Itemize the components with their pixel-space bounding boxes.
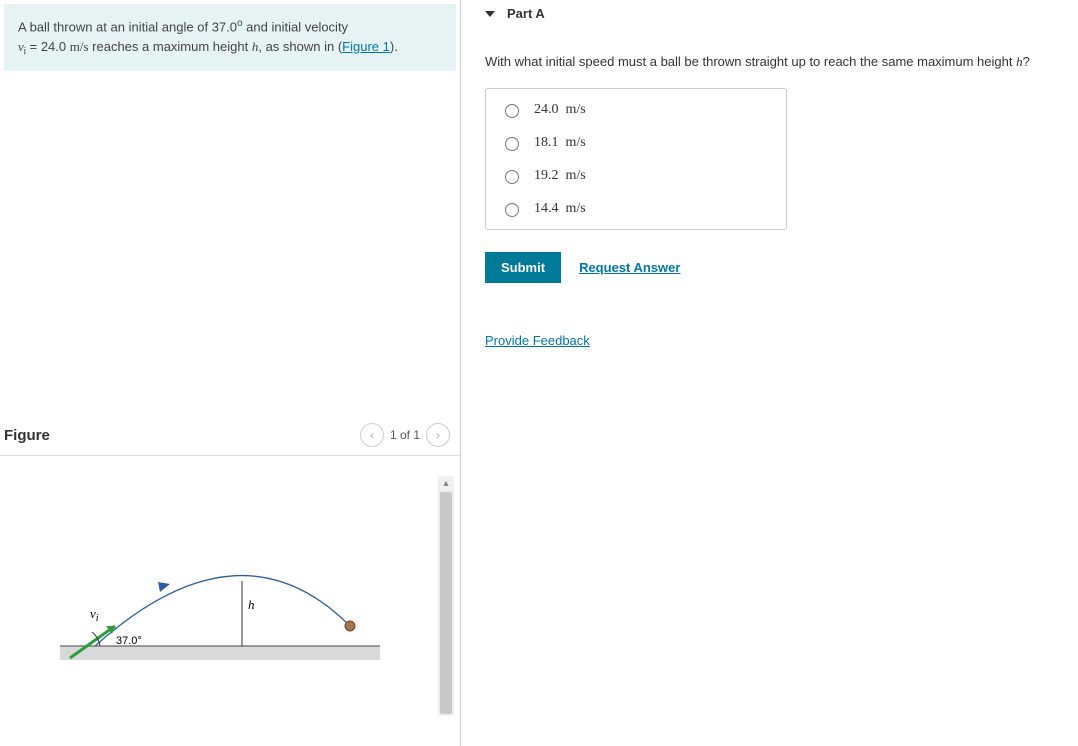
svg-text:vi: vi <box>90 606 99 624</box>
option-value-3: 14.4 <box>534 201 559 216</box>
option-row[interactable]: 24.0 m/s <box>486 93 786 126</box>
option-radio-1[interactable] <box>505 137 519 151</box>
caret-down-icon <box>485 11 495 17</box>
problem-angle: 37.0 <box>212 19 237 34</box>
app-root: A ball thrown at an initial angle of 37.… <box>0 0 1078 746</box>
question-text: With what initial speed must a ball be t… <box>485 54 1078 70</box>
question-pre: With what initial speed must a ball be t… <box>485 54 1016 69</box>
provide-feedback-link[interactable]: Provide Feedback <box>485 333 590 348</box>
option-label-1: 18.1 m/s <box>534 135 586 151</box>
fig-angle-label: 37.0° <box>116 635 142 647</box>
scroll-up-icon: ▲ <box>438 476 454 490</box>
problem-text-3: reaches a maximum height <box>89 39 252 54</box>
figure-scrollbar[interactable]: ▲ <box>438 476 454 716</box>
fig-h-label: h <box>248 597 255 612</box>
figure-next-button[interactable]: › <box>426 423 450 447</box>
option-value-1: 18.1 <box>534 135 559 150</box>
problem-text-5: ). <box>390 39 398 54</box>
figure-header: Figure ‹ 1 of 1 › <box>0 417 460 456</box>
right-column: Part A With what initial speed must a ba… <box>461 0 1078 746</box>
figure-region: Figure ‹ 1 of 1 › <box>0 417 460 746</box>
problem-text-1: A ball thrown at an initial angle of <box>18 19 212 34</box>
actions-row: Submit Request Answer <box>485 252 1078 283</box>
options-box: 24.0 m/s 18.1 m/s 19.2 m/s 14.4 m/s <box>485 88 787 230</box>
option-radio-2[interactable] <box>505 170 519 184</box>
option-label-2: 19.2 m/s <box>534 168 586 184</box>
question-post: ? <box>1023 54 1030 69</box>
option-units-1: m/s <box>566 135 586 150</box>
scroll-thumb[interactable] <box>440 492 452 714</box>
option-row[interactable]: 14.4 m/s <box>486 192 786 225</box>
option-radio-0[interactable] <box>505 104 519 118</box>
part-title: Part A <box>507 6 545 21</box>
part-header[interactable]: Part A <box>485 0 1078 32</box>
problem-text-4: , as shown in ( <box>258 39 342 54</box>
option-row[interactable]: 18.1 m/s <box>486 126 786 159</box>
problem-text-2: and initial velocity <box>243 19 349 34</box>
problem-statement: A ball thrown at an initial angle of 37.… <box>4 4 456 71</box>
figure-title: Figure <box>4 427 50 444</box>
option-row[interactable]: 19.2 m/s <box>486 159 786 192</box>
submit-button[interactable]: Submit <box>485 252 561 283</box>
feedback-row: Provide Feedback <box>485 333 1078 348</box>
fig-vi-sub: i <box>96 613 99 624</box>
trajectory-svg: vi 37.0° h <box>0 476 420 696</box>
option-label-3: 14.4 m/s <box>534 201 586 217</box>
figure-page-label: 1 of 1 <box>390 428 420 442</box>
option-label-0: 24.0 m/s <box>534 102 586 118</box>
vi-equals: = 24.0 <box>26 39 70 54</box>
figure-canvas: vi 37.0° h <box>0 476 438 716</box>
request-answer-link[interactable]: Request Answer <box>579 260 680 275</box>
option-units-0: m/s <box>566 102 586 117</box>
left-column: A ball thrown at an initial angle of 37.… <box>0 0 461 746</box>
figure-link[interactable]: Figure 1 <box>342 39 390 54</box>
figure-prev-button[interactable]: ‹ <box>360 423 384 447</box>
option-value-2: 19.2 <box>534 168 559 183</box>
option-units-2: m/s <box>566 168 586 183</box>
option-value-0: 24.0 <box>534 102 559 117</box>
figure-body: vi 37.0° h ▲ <box>0 476 460 716</box>
vi-units: m/s <box>70 39 89 54</box>
option-units-3: m/s <box>566 201 586 216</box>
spacer <box>0 75 460 417</box>
option-radio-3[interactable] <box>505 203 519 217</box>
figure-pager: ‹ 1 of 1 › <box>360 423 450 447</box>
